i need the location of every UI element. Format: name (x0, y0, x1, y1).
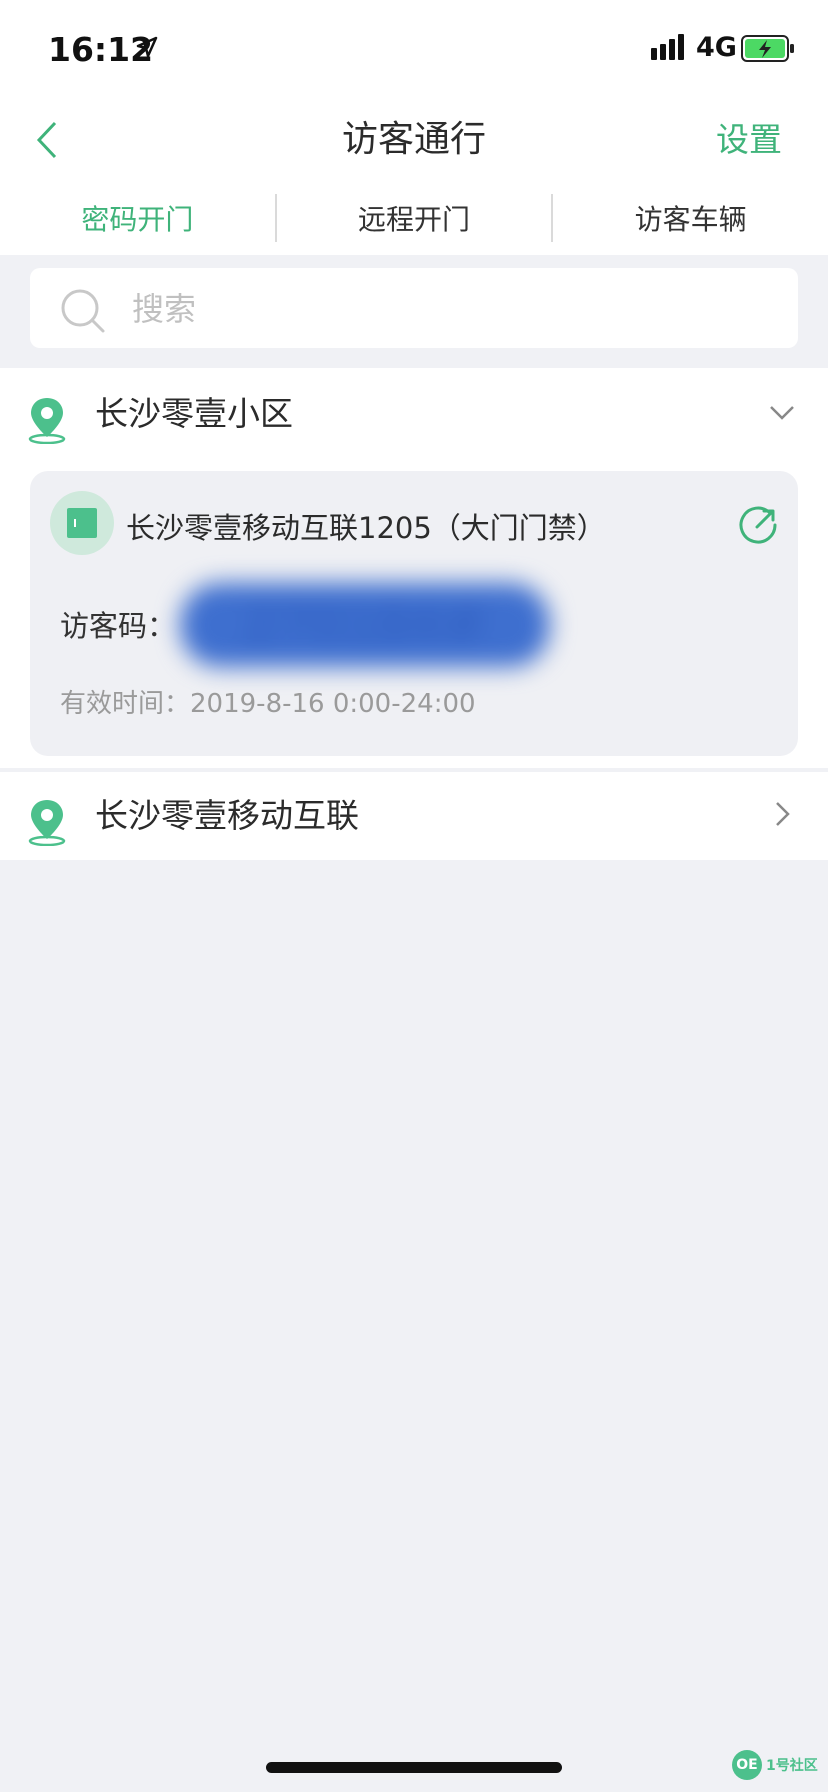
tab-visitor-vehicle[interactable]: 访客车辆 (553, 180, 828, 255)
battery-charging-icon (741, 35, 794, 62)
visitor-code-value: 270184# (180, 583, 550, 667)
watermark-logo: OE 1号社区 (732, 1748, 820, 1782)
network-type: 4G (696, 32, 737, 63)
cellular-signal-icon (651, 34, 684, 60)
share-icon[interactable] (736, 503, 780, 547)
watermark-text: 1号社区 (766, 1758, 818, 1774)
search-icon (61, 289, 105, 333)
door-name: 长沙零壹移动互联1205（大门门禁） (126, 511, 606, 545)
search-bar[interactable] (30, 268, 798, 348)
visitor-code-label: 访客码： (60, 609, 177, 643)
location-pin-icon (28, 800, 66, 846)
chevron-right-icon (776, 802, 790, 826)
community-header[interactable]: 长沙零壹小区 (0, 368, 828, 458)
settings-button[interactable]: 设置 (716, 112, 782, 168)
location-arrow-icon (136, 36, 158, 58)
navigation-bar: 访客通行 设置 (0, 100, 828, 180)
community-group: 长沙零壹小区 长沙零壹移动互联1205（大门门禁） 访客码： 270184# 有… (0, 368, 828, 768)
valid-time: 有效时间：2019-8-16 0:00-24:00 (60, 683, 476, 720)
chevron-down-icon (770, 406, 794, 420)
page-title: 访客通行 (341, 119, 486, 160)
watermark-badge: OE (732, 1750, 762, 1780)
location-pin-icon (28, 398, 66, 444)
valid-time-label: 有效时间： (60, 689, 191, 719)
tab-password-open[interactable]: 密码开门 (0, 180, 275, 255)
door-icon (50, 491, 114, 555)
tab-remote-open[interactable]: 远程开门 (277, 180, 552, 255)
tab-bar: 密码开门 远程开门 访客车辆 (0, 180, 828, 255)
home-indicator[interactable] (266, 1762, 562, 1773)
community-title: 长沙零壹移动互联 (95, 796, 359, 835)
community-header[interactable]: 长沙零壹移动互联 (0, 772, 828, 862)
community-title: 长沙零壹小区 (95, 394, 293, 433)
door-card: 长沙零壹移动互联1205（大门门禁） 访客码： 270184# 有效时间：201… (30, 471, 798, 756)
search-input[interactable] (130, 278, 774, 340)
status-bar: 16:12 4G (0, 0, 828, 100)
community-group: 长沙零壹移动互联 (0, 772, 828, 860)
valid-time-value: 2019-8-16 0:00-24:00 (190, 689, 476, 719)
